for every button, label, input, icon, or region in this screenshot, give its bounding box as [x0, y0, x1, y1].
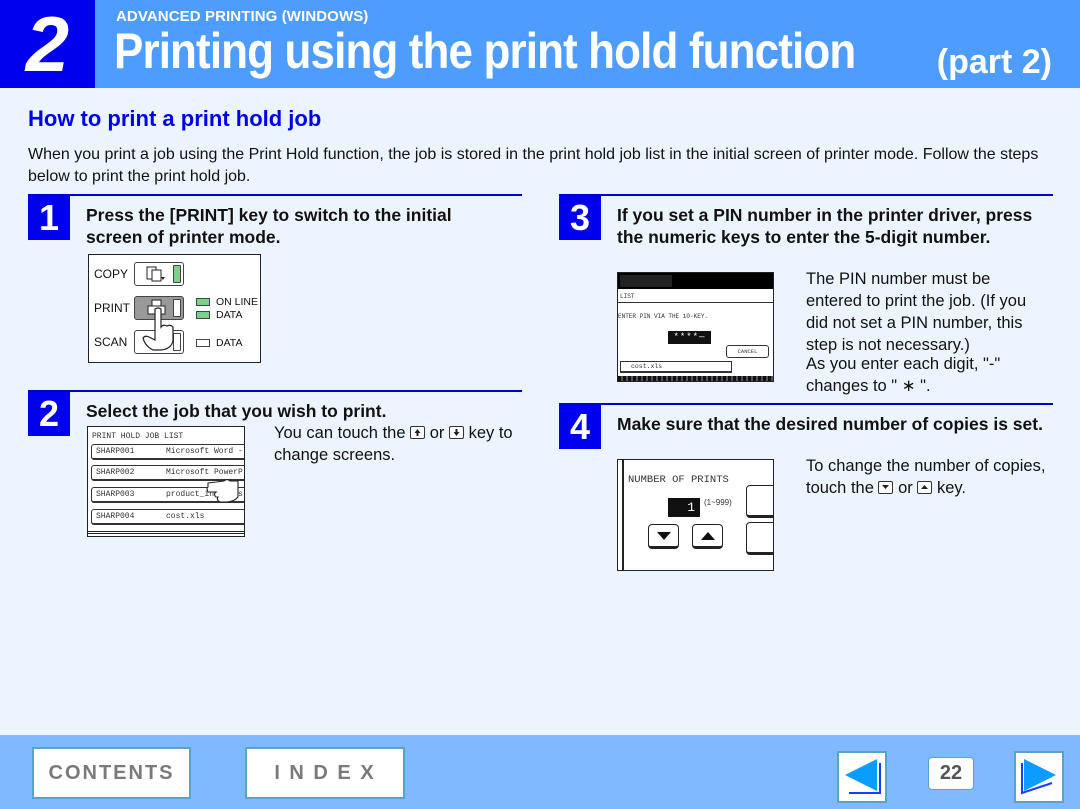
page-header: 2 ADVANCED PRINTING (WINDOWS) Printing u…	[0, 0, 1080, 88]
step-note: As you enter each digit, "-" changes to …	[806, 355, 1001, 395]
triangle-down-icon	[656, 531, 671, 540]
text-before: You can touch the	[274, 424, 406, 442]
pin-field: ****—	[668, 331, 711, 344]
step-4: 4 Make sure that the desired number of c…	[559, 403, 1053, 573]
copy-key	[134, 262, 184, 286]
up-key-icon	[917, 481, 933, 494]
online-lamp	[196, 298, 210, 306]
copies-value: 1	[668, 498, 700, 517]
key-label-scan: SCAN	[94, 335, 128, 349]
hand-pointer-icon	[142, 307, 174, 351]
step-2: 2 Select the job that you wish to print.…	[28, 390, 522, 550]
step-divider	[28, 390, 522, 392]
data-lamp	[196, 311, 210, 319]
section-title: How to print a print hold job	[28, 106, 322, 131]
step-1: 1 Press the [PRINT] key to switch to the…	[28, 194, 522, 374]
step-3: 3 If you set a PIN number in the printer…	[559, 194, 1053, 395]
previous-page-button[interactable]	[837, 751, 887, 803]
key-label-print: PRINT	[94, 301, 130, 315]
job-id: SHARP003	[96, 490, 135, 499]
lamp-label-online: ON LINE	[216, 296, 259, 308]
step-description: The PIN number must be entered to print …	[806, 270, 1027, 354]
step-description: You can touch the or key to change scree…	[274, 422, 514, 466]
page-part: (part 2)	[936, 43, 1052, 81]
screen-left-bar	[622, 460, 624, 570]
hand-pointer-icon	[206, 478, 239, 503]
page-title: Printing using the print hold function	[114, 23, 856, 79]
down-key-icon	[448, 426, 464, 439]
text-or: or	[898, 479, 913, 497]
step-title: Select the job that you wish to print.	[86, 401, 387, 421]
key-label-copy: COPY	[94, 267, 129, 281]
up-key-icon	[410, 426, 426, 439]
job-id: SHARP004	[96, 512, 135, 521]
chapter-number: 2	[25, 0, 70, 88]
copies-range: (1~999)	[704, 498, 732, 507]
left-arrow-icon	[845, 759, 881, 794]
title-tab	[620, 275, 672, 287]
next-page-button[interactable]	[1014, 751, 1064, 803]
cancel-button: CANCEL	[726, 345, 769, 358]
job-list-heading: PRINT HOLD JOB LIST	[92, 432, 184, 441]
screen-title-bar	[618, 273, 773, 289]
side-button	[746, 485, 773, 518]
step-title: Make sure that the desired number of cop…	[617, 414, 1043, 434]
step-number: 3	[559, 196, 601, 240]
step-description: To change the number of copies, touch th…	[806, 455, 1056, 499]
operation-panel-illustration: COPY PRINT SCAN ON LINE DATA DATA	[88, 254, 261, 363]
job-name: Microsoft Word -	[166, 447, 243, 456]
text-or: or	[429, 424, 445, 442]
right-arrow-icon	[1021, 759, 1056, 795]
scan-data-lamp	[196, 339, 210, 347]
page-number: 22	[928, 757, 974, 790]
job-row: SHARP004 cost.xls	[91, 509, 244, 525]
step-divider	[28, 194, 522, 196]
copy-led	[173, 265, 181, 283]
pin-entry-screen: LIST ENTER PIN VIA THE 10-KEY. ****— CAN…	[617, 272, 774, 382]
down-key-icon	[878, 481, 894, 494]
step-divider	[559, 403, 1053, 405]
step-number: 2	[28, 392, 70, 436]
copy-icon	[146, 266, 165, 282]
number-of-prints-label: NUMBER OF PRINTS	[628, 474, 729, 486]
job-id: SHARP002	[96, 468, 135, 477]
screen-bottom-bar	[618, 376, 773, 381]
text-after: key.	[936, 479, 966, 497]
job-id: SHARP001	[96, 447, 135, 456]
file-row: cost.xls	[620, 361, 732, 373]
increment-button	[692, 524, 723, 549]
step-divider	[559, 194, 1053, 196]
list-bottom-bar	[88, 531, 244, 534]
lamp-label-scan-data: DATA	[216, 337, 243, 349]
step-title: Press the [PRINT] key to switch to the i…	[86, 205, 452, 247]
decrement-button	[648, 524, 679, 549]
job-name: cost.xls	[166, 512, 205, 521]
index-button[interactable]: I N D E X	[245, 747, 405, 799]
number-of-prints-screen: NUMBER OF PRINTS 1 (1~999)	[617, 459, 774, 571]
section-intro: When you print a job using the Print Hol…	[28, 146, 1039, 185]
job-row: SHARP001 Microsoft Word -	[91, 444, 244, 460]
print-hold-job-list-screen: PRINT HOLD JOB LIST SHARP001 Microsoft W…	[87, 426, 245, 537]
step-title: If you set a PIN number in the printer d…	[617, 205, 1033, 247]
lamp-label-data: DATA	[216, 309, 243, 321]
list-label: LIST	[618, 291, 773, 303]
contents-button[interactable]: CONTENTS	[32, 747, 191, 799]
pin-prompt: ENTER PIN VIA THE 10-KEY.	[618, 313, 709, 320]
triangle-up-icon	[700, 531, 715, 540]
chapter-box: 2	[0, 0, 95, 88]
page-footer: CONTENTS I N D E X 22	[0, 735, 1080, 809]
step-number: 4	[559, 405, 601, 449]
step-number: 1	[28, 196, 70, 240]
side-button	[746, 522, 773, 555]
